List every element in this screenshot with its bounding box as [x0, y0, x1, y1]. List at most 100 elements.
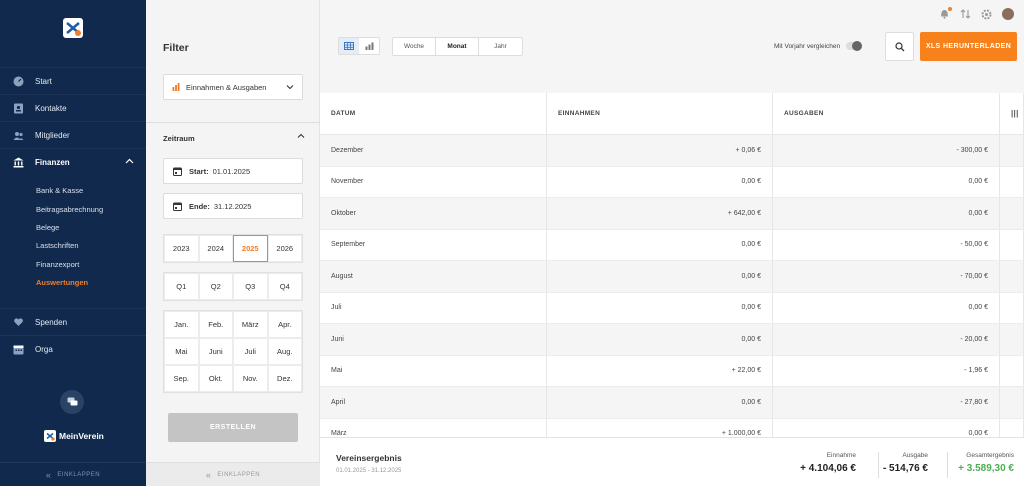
notification-dot — [948, 6, 952, 11]
table-row[interactable]: Juni 0,00 € - 20,00 € — [320, 324, 1024, 356]
nav-kontakte[interactable]: Kontakte — [0, 94, 146, 121]
chevron-up-icon[interactable] — [297, 133, 305, 139]
year-2025[interactable]: 2025 — [233, 235, 268, 262]
col-einnahmen[interactable]: EINNAHMEN — [547, 93, 773, 134]
row-extra-cell — [1000, 387, 1024, 418]
row-ausgaben: - 50,00 € — [773, 229, 1000, 260]
col-ausgaben[interactable]: AUSGABEN — [773, 93, 1000, 134]
filter-title: Filter — [163, 42, 189, 54]
more-columns-icon: ||| — [1011, 109, 1019, 118]
month-okt[interactable]: Okt. — [198, 365, 233, 392]
month-feb[interactable]: Feb. — [198, 311, 233, 338]
gear-icon[interactable] — [981, 9, 992, 20]
end-date-label: Ende: — [189, 201, 210, 211]
year-2024[interactable]: 2024 — [198, 235, 233, 262]
nav-mitglieder[interactable]: Mitglieder — [0, 121, 146, 148]
row-date: Juli — [320, 292, 547, 323]
month-apr[interactable]: Apr. — [267, 311, 302, 338]
compare-toggle[interactable] — [846, 41, 863, 51]
month-grid: Jan. Feb. März Apr. Mai Juni Juli Aug. S… — [163, 310, 303, 393]
speedometer-icon — [13, 76, 24, 87]
table-header: DATUM EINNAHMEN AUSGABEN ||| — [320, 93, 1024, 135]
chevron-up-icon[interactable] — [125, 158, 134, 164]
sub-beitragsabrechnung[interactable]: Beitragsabrechnung — [36, 205, 103, 214]
col-datum[interactable]: DATUM — [320, 93, 547, 134]
row-ausgaben: 0,00 € — [773, 292, 1000, 323]
month-juni[interactable]: Juni — [198, 338, 233, 365]
report-type-select[interactable]: Einnahmen & Ausgaben — [163, 74, 303, 100]
row-einnahmen: 0,00 € — [547, 387, 773, 418]
table-row[interactable]: April 0,00 € - 27,80 € — [320, 387, 1024, 419]
compare-label: Mit Vorjahr vergleichen — [774, 42, 841, 50]
brand-logo-icon — [44, 430, 56, 442]
row-date: Oktober — [320, 198, 547, 229]
row-einnahmen: 0,00 € — [547, 229, 773, 260]
row-extra-cell — [1000, 418, 1024, 437]
row-date: August — [320, 261, 547, 292]
month-nov[interactable]: Nov. — [233, 365, 268, 392]
sub-auswertungen[interactable]: Auswertungen — [36, 278, 88, 287]
table-row[interactable]: August 0,00 € - 70,00 € — [320, 261, 1024, 293]
quarter-q1[interactable]: Q1 — [164, 273, 199, 300]
nav-spenden-label: Spenden — [35, 317, 68, 327]
end-date-field[interactable]: Ende: 31.12.2025 — [163, 193, 303, 219]
user-avatar[interactable] — [1002, 8, 1014, 20]
table-row[interactable]: Oktober + 642,00 €0,00 € — [320, 198, 1024, 230]
month-jan[interactable]: Jan. — [164, 311, 199, 338]
year-2026[interactable]: 2026 — [267, 235, 302, 262]
nav-spenden[interactable]: Spenden — [0, 308, 146, 335]
start-date-field[interactable]: Start: 01.01.2025 — [163, 158, 303, 184]
row-ausgaben: 0,00 € — [773, 198, 1000, 229]
nav-kontakte-label: Kontakte — [35, 103, 67, 113]
period-woche[interactable]: Woche — [393, 38, 436, 55]
month-sep[interactable]: Sep. — [164, 365, 199, 392]
ausgabe-label: Ausgabe — [902, 452, 928, 459]
nav-orga[interactable]: Orga — [0, 335, 146, 362]
period-monat[interactable]: Monat — [436, 38, 479, 55]
month-dez[interactable]: Dez. — [267, 365, 302, 392]
sub-finanzexport[interactable]: Finanzexport — [36, 260, 79, 269]
period-jahr[interactable]: Jahr — [479, 38, 522, 55]
table-row[interactable]: Dezember + 0,06 € - 300,00 € — [320, 135, 1024, 167]
xls-download-button[interactable]: XLS HERUNTERLADEN — [920, 32, 1017, 61]
search-button[interactable] — [885, 32, 914, 61]
month-mai[interactable]: Mai — [164, 338, 199, 365]
year-2023[interactable]: 2023 — [164, 235, 199, 262]
quarter-q3[interactable]: Q3 — [233, 273, 268, 300]
sync-arrows-icon[interactable] — [960, 9, 971, 20]
month-juli[interactable]: Juli — [233, 338, 268, 365]
help-chat-button[interactable] — [60, 390, 84, 414]
month-maerz[interactable]: März — [233, 311, 268, 338]
sidebar-collapse-button[interactable]: « EINKLAPPEN — [0, 462, 146, 486]
sub-lastschriften[interactable]: Lastschriften — [36, 241, 79, 250]
gesamt-label: Gesamtergebnis — [966, 452, 1014, 459]
col-more[interactable]: ||| — [1000, 93, 1024, 134]
nav-start[interactable]: Start — [0, 67, 146, 94]
brand-name: MeinVerein — [59, 431, 104, 441]
table-row[interactable]: Juli 0,00 €0,00 € — [320, 292, 1024, 324]
sub-bank-kasse[interactable]: Bank & Kasse — [36, 186, 83, 195]
nav-finanzen[interactable]: Finanzen — [0, 148, 146, 175]
quarter-q4[interactable]: Q4 — [267, 273, 302, 300]
quarter-q2[interactable]: Q2 — [198, 273, 233, 300]
contact-card-icon — [13, 103, 24, 114]
table-row[interactable]: März + 1.000,00 €0,00 € — [320, 418, 1024, 437]
row-einnahmen: + 1.000,00 € — [547, 418, 773, 437]
nav-orga-label: Orga — [35, 344, 53, 354]
einnahme-label: Einnahme — [826, 452, 856, 459]
filter-collapse-button[interactable]: « EINKLAPPEN — [146, 462, 320, 486]
table-body: Dezember + 0,06 € - 300,00 € November 0,00 €… — [320, 135, 1024, 437]
table-row[interactable]: Mai + 22,00 € - 1,96 € — [320, 355, 1024, 387]
chevron-down-icon — [286, 85, 294, 90]
bell-icon[interactable] — [939, 6, 952, 20]
row-ausgaben: - 1,96 € — [773, 355, 1000, 386]
table-row[interactable]: September 0,00 € - 50,00 € — [320, 229, 1024, 261]
table-view-button[interactable] — [339, 38, 359, 54]
ausgabe-summary: Ausgabe - 514,76 € — [883, 452, 928, 474]
create-button[interactable]: ERSTELLEN — [168, 413, 298, 442]
app-logo-icon[interactable] — [61, 16, 85, 40]
sub-belege[interactable]: Belege — [36, 223, 59, 232]
chart-view-button[interactable] — [359, 38, 379, 54]
table-row[interactable]: November 0,00 €0,00 € — [320, 166, 1024, 198]
month-aug[interactable]: Aug. — [267, 338, 302, 365]
